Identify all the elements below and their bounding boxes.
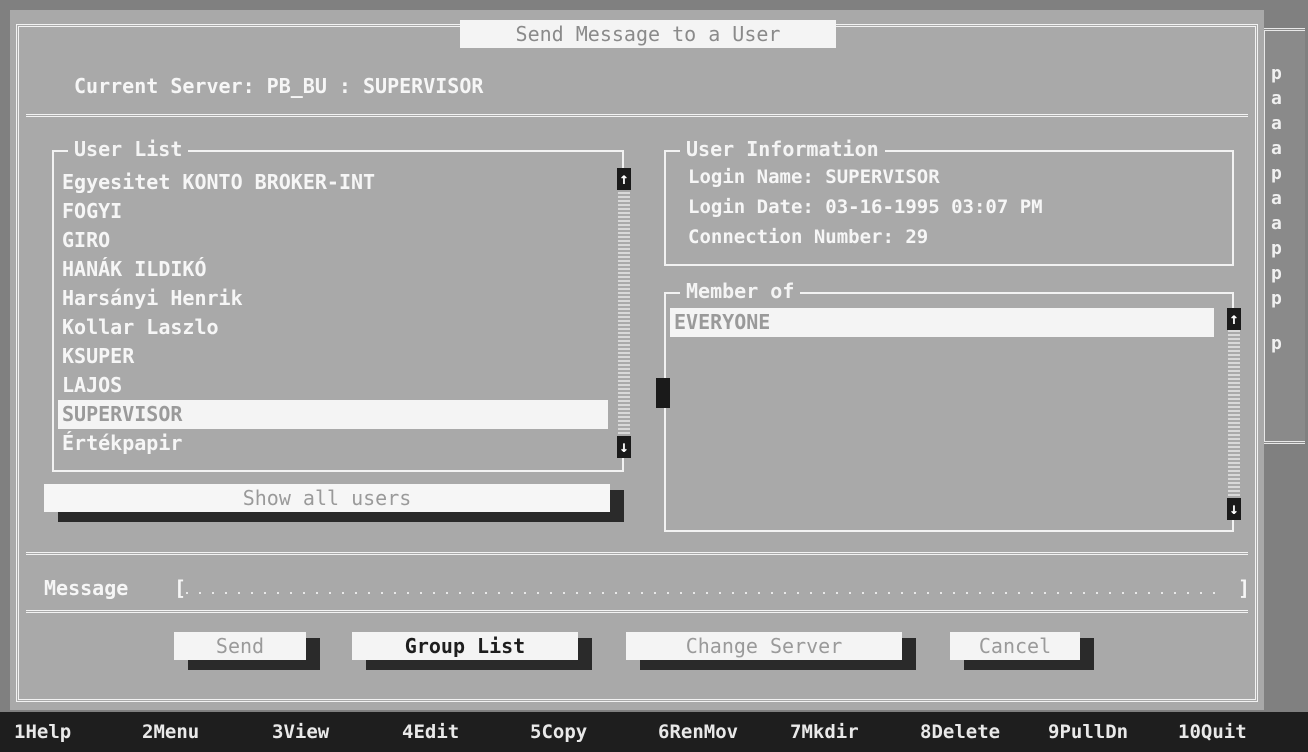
fkey-delete[interactable]: 8Delete [920, 714, 1000, 750]
fkey-help[interactable]: 1Help [14, 714, 71, 750]
member-of-scrollbar[interactable]: ↑ ↓ [1227, 308, 1241, 520]
button-shadow [964, 660, 1094, 670]
scroll-down-arrow-icon[interactable]: ↓ [1227, 498, 1241, 520]
message-close-bracket: ] [1238, 576, 1251, 600]
panel-char: p [1271, 238, 1282, 259]
user-information-label: User Information [680, 137, 885, 161]
scroll-thumb[interactable] [656, 378, 670, 408]
panel-char: p [1271, 163, 1282, 184]
member-of-item-selected[interactable]: EVERYONE [670, 308, 1214, 337]
cancel-button[interactable]: Cancel [950, 632, 1080, 660]
scroll-up-arrow-icon[interactable]: ↑ [617, 168, 631, 190]
show-all-users-button[interactable]: Show all users [44, 484, 610, 512]
panel-char: p [1271, 333, 1282, 354]
member-of-label: Member of [680, 279, 801, 303]
user-list-item-selected[interactable]: SUPERVISOR [58, 400, 608, 429]
fkey-renmov[interactable]: 6RenMov [658, 714, 738, 750]
user-list-item[interactable]: Egyesitet KONTO BROKER-INT [58, 168, 608, 197]
function-key-bar: 1Help 2Menu 3View 4Edit 5Copy 6RenMov 7M… [0, 712, 1308, 752]
fkey-view[interactable]: 3View [272, 714, 329, 750]
panel-char: p [1271, 288, 1282, 309]
panel-char: a [1271, 88, 1282, 109]
user-list-item[interactable]: Kollar Laszlo [58, 313, 608, 342]
divider [26, 610, 1248, 613]
send-message-dialog: Send Message to a User Current Server: P… [10, 10, 1264, 710]
message-input[interactable] [186, 572, 1222, 600]
dialog-title: Send Message to a User [460, 20, 836, 48]
panel-char: a [1271, 138, 1282, 159]
user-list: Egyesitet KONTO BROKER-INT FOGYI GIRO HA… [58, 168, 608, 458]
change-server-button[interactable]: Change Server [626, 632, 902, 660]
user-list-item[interactable]: Értékpapir [58, 429, 608, 458]
panel-char: a [1271, 113, 1282, 134]
current-server-label: Current Server: PB_BU : SUPERVISOR [74, 74, 484, 98]
user-list-item[interactable]: KSUPER [58, 342, 608, 371]
fkey-edit[interactable]: 4Edit [402, 714, 459, 750]
button-shadow [640, 660, 916, 670]
message-open-bracket: [ [174, 576, 187, 600]
fkey-menu[interactable]: 2Menu [142, 714, 199, 750]
user-list-box: User List Egyesitet KONTO BROKER-INT FOG… [52, 137, 631, 472]
user-list-item[interactable]: HANÁK ILDIKÓ [58, 255, 608, 284]
divider [26, 552, 1248, 555]
login-date: Login Date: 03-16-1995 03:07 PM [688, 196, 1043, 218]
scroll-down-arrow-icon[interactable]: ↓ [617, 436, 631, 458]
connection-number: Connection Number: 29 [688, 226, 929, 248]
user-list-item[interactable]: GIRO [58, 226, 608, 255]
screen: p a a a p a a p p p p Send Message to a … [0, 0, 1308, 752]
button-shadow [366, 660, 592, 670]
user-list-item[interactable]: LAJOS [58, 371, 608, 400]
user-list-scrollbar[interactable]: ↑ ↓ [617, 168, 631, 458]
message-label: Message [44, 576, 129, 600]
fkey-mkdir[interactable]: 7Mkdir [790, 714, 859, 750]
login-name: Login Name: SUPERVISOR [688, 166, 940, 188]
panel-char: a [1271, 213, 1282, 234]
group-list-button[interactable]: Group List [352, 632, 578, 660]
user-list-label: User List [68, 137, 189, 161]
panel-char: a [1271, 188, 1282, 209]
button-shadow [58, 512, 624, 522]
fkey-copy[interactable]: 5Copy [530, 714, 587, 750]
fkey-quit[interactable]: 10Quit [1178, 714, 1247, 750]
background-panel-edge: p a a a p a a p p p p [1262, 28, 1305, 444]
divider [26, 114, 1248, 117]
scroll-up-arrow-icon[interactable]: ↑ [1227, 308, 1241, 330]
panel-char: p [1271, 63, 1282, 84]
fkey-pulldn[interactable]: 9PullDn [1048, 714, 1128, 750]
user-information-box: User Information Login Name: SUPERVISOR … [664, 137, 1234, 266]
user-list-item[interactable]: Harsányi Henrik [58, 284, 608, 313]
member-of-box: Member of EVERYONE ↑ ↓ [656, 279, 1241, 532]
panel-char: p [1271, 263, 1282, 284]
user-list-item[interactable]: FOGYI [58, 197, 608, 226]
button-shadow [188, 660, 320, 670]
member-of-list: EVERYONE [670, 308, 1214, 337]
send-button[interactable]: Send [174, 632, 306, 660]
